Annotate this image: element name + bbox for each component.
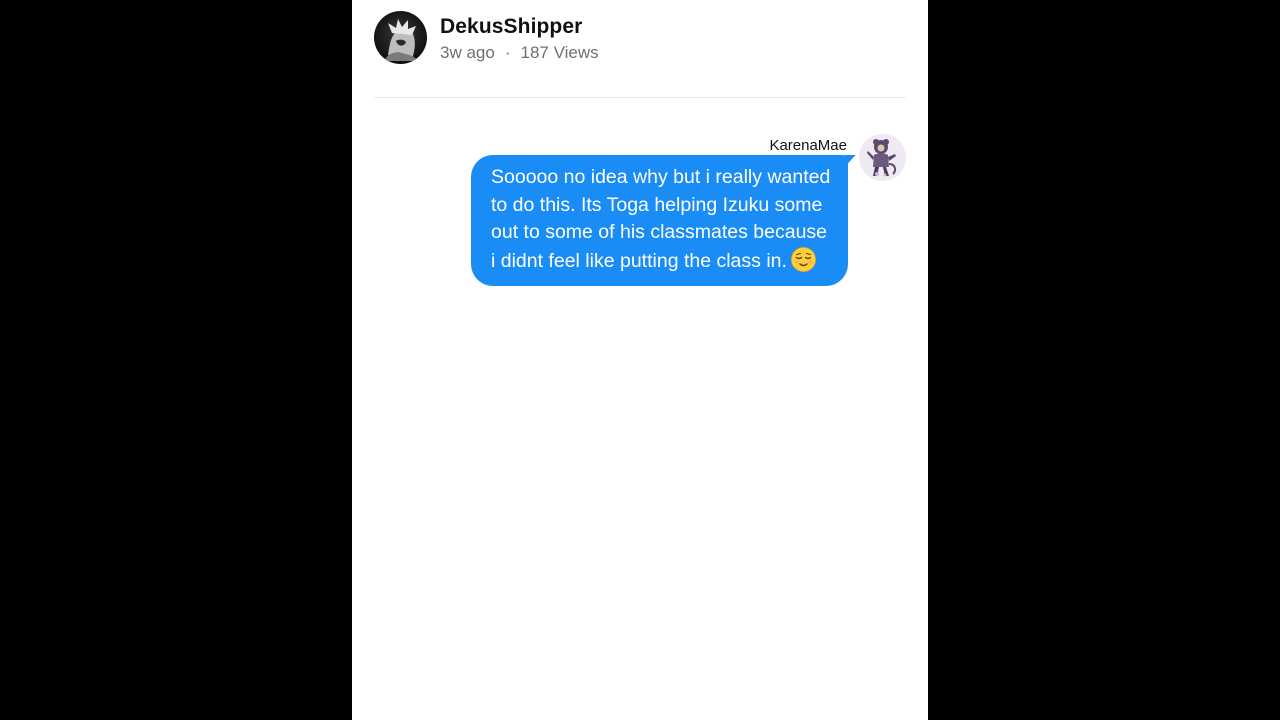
relieved-face-icon bbox=[791, 247, 816, 273]
chat-message: KarenaMae Sooooo no idea why but i reall… bbox=[352, 130, 928, 330]
post-screen: DekusShipper 3w ago · 187 Views KarenaMae bbox=[352, 0, 928, 720]
message-bubble[interactable]: Sooooo no idea why but i really wanted t… bbox=[471, 155, 848, 286]
message-sender-name: KarenaMae bbox=[769, 137, 847, 154]
author-name[interactable]: DekusShipper bbox=[440, 15, 582, 39]
post-time: 3w ago bbox=[440, 43, 495, 62]
post-header: DekusShipper 3w ago · 187 Views bbox=[374, 11, 906, 71]
author-avatar-image bbox=[384, 19, 418, 61]
view-count: 187 Views bbox=[520, 43, 599, 62]
author-avatar[interactable] bbox=[374, 11, 427, 64]
video-frame: DekusShipper 3w ago · 187 Views KarenaMae bbox=[0, 0, 1280, 720]
message-text: Sooooo no idea why but i really wanted t… bbox=[491, 166, 831, 273]
sender-avatar[interactable] bbox=[859, 134, 906, 181]
header-divider bbox=[374, 97, 906, 98]
post-meta: 3w ago · 187 Views bbox=[440, 43, 599, 63]
meta-separator: · bbox=[504, 43, 511, 62]
sender-avatar-image bbox=[867, 139, 897, 177]
